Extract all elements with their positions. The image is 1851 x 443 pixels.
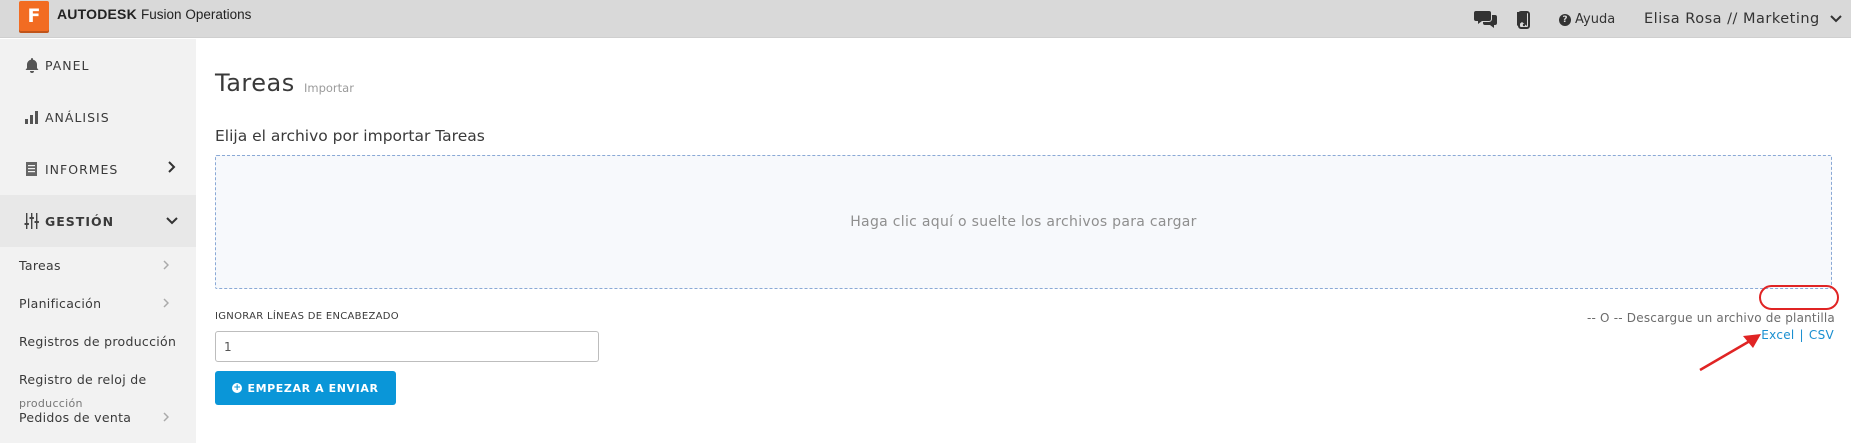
header-lines-label: IGNORAR LÍNEAS DE ENCABEZADO bbox=[215, 311, 399, 322]
brand-title[interactable]: AUTODESK Fusion Operations bbox=[57, 6, 251, 23]
chat-icon[interactable] bbox=[1474, 9, 1498, 29]
bell-icon bbox=[22, 55, 42, 75]
document-icon bbox=[22, 159, 42, 179]
sidebar-item-label: INFORMES bbox=[45, 161, 119, 177]
sliders-icon bbox=[22, 211, 42, 231]
csv-template-link[interactable]: CSV bbox=[1809, 328, 1834, 342]
fusion-logo-icon[interactable]: F bbox=[19, 1, 49, 31]
sidebar-item-label: ANÁLISIS bbox=[45, 109, 110, 125]
main-content: Tareas Importar Elija el archivo por imp… bbox=[196, 39, 1851, 443]
bar-chart-icon bbox=[22, 107, 42, 127]
help-button[interactable]: ? Ayuda bbox=[1559, 12, 1615, 27]
sidebar-subitem-registros-produccion[interactable]: Registros de producción bbox=[0, 325, 196, 357]
chevron-right-icon bbox=[168, 161, 176, 173]
sidebar-subitem-registro-reloj[interactable]: Registro de reloj de bbox=[0, 363, 196, 395]
sidebar-subitem-label: Planificación bbox=[19, 295, 102, 311]
user-menu[interactable]: Elisa Rosa // Marketing bbox=[1644, 11, 1842, 27]
brand-autodesk: AUTODESK bbox=[57, 6, 137, 22]
sidebar: PANEL ANÁLISIS INFORMES GESTIÓN Tareas P… bbox=[0, 39, 196, 443]
sidebar-item-panel[interactable]: PANEL bbox=[0, 39, 196, 91]
start-upload-label: EMPEZAR A ENVIAR bbox=[247, 381, 379, 395]
chevron-right-icon bbox=[163, 412, 169, 422]
sidebar-subitem-label: Pedidos de venta bbox=[19, 409, 132, 425]
page-title: Tareas bbox=[215, 69, 295, 97]
sidebar-item-label: GESTIÓN bbox=[45, 213, 115, 229]
brand-product: Fusion Operations bbox=[141, 7, 252, 22]
sidebar-subitem-planificacion[interactable]: Planificación bbox=[0, 287, 196, 319]
help-icon: ? bbox=[1559, 13, 1571, 26]
user-label: Elisa Rosa // Marketing bbox=[1644, 11, 1820, 27]
link-separator: | bbox=[1799, 328, 1804, 342]
chevron-right-icon bbox=[163, 260, 169, 270]
sidebar-subitem-label: Tareas bbox=[19, 257, 61, 273]
sidebar-item-informes[interactable]: INFORMES bbox=[0, 143, 196, 195]
chevron-right-icon bbox=[163, 298, 169, 308]
chevron-down-icon bbox=[166, 217, 178, 225]
sidebar-subitem-label: Registro de reloj de bbox=[19, 371, 147, 387]
start-upload-button[interactable]: + EMPEZAR A ENVIAR bbox=[215, 371, 396, 405]
bookmark-shape-icon[interactable] bbox=[1517, 12, 1527, 26]
sidebar-subitem-tareas[interactable]: Tareas bbox=[0, 249, 196, 281]
page-subtitle: Importar bbox=[304, 81, 354, 95]
sidebar-subitem-label: Registros de producción bbox=[19, 333, 177, 349]
dropzone-text: Haga clic aquí o suelte los archivos par… bbox=[850, 214, 1197, 230]
header-lines-input[interactable] bbox=[215, 331, 599, 362]
section-title: Elija el archivo por importar Tareas bbox=[215, 127, 485, 145]
chevron-down-icon bbox=[1830, 15, 1842, 23]
help-label: Ayuda bbox=[1575, 12, 1616, 27]
annotation-arrow-icon bbox=[1699, 334, 1761, 372]
sidebar-item-label: PANEL bbox=[45, 57, 90, 73]
file-dropzone[interactable]: Haga clic aquí o suelte los archivos par… bbox=[215, 155, 1832, 289]
sidebar-subitem-pedidos-venta[interactable]: Pedidos de venta bbox=[0, 401, 196, 433]
sidebar-item-analisis[interactable]: ANÁLISIS bbox=[0, 91, 196, 143]
sidebar-item-gestion[interactable]: GESTIÓN bbox=[0, 195, 196, 247]
plus-circle-icon: + bbox=[232, 382, 243, 393]
